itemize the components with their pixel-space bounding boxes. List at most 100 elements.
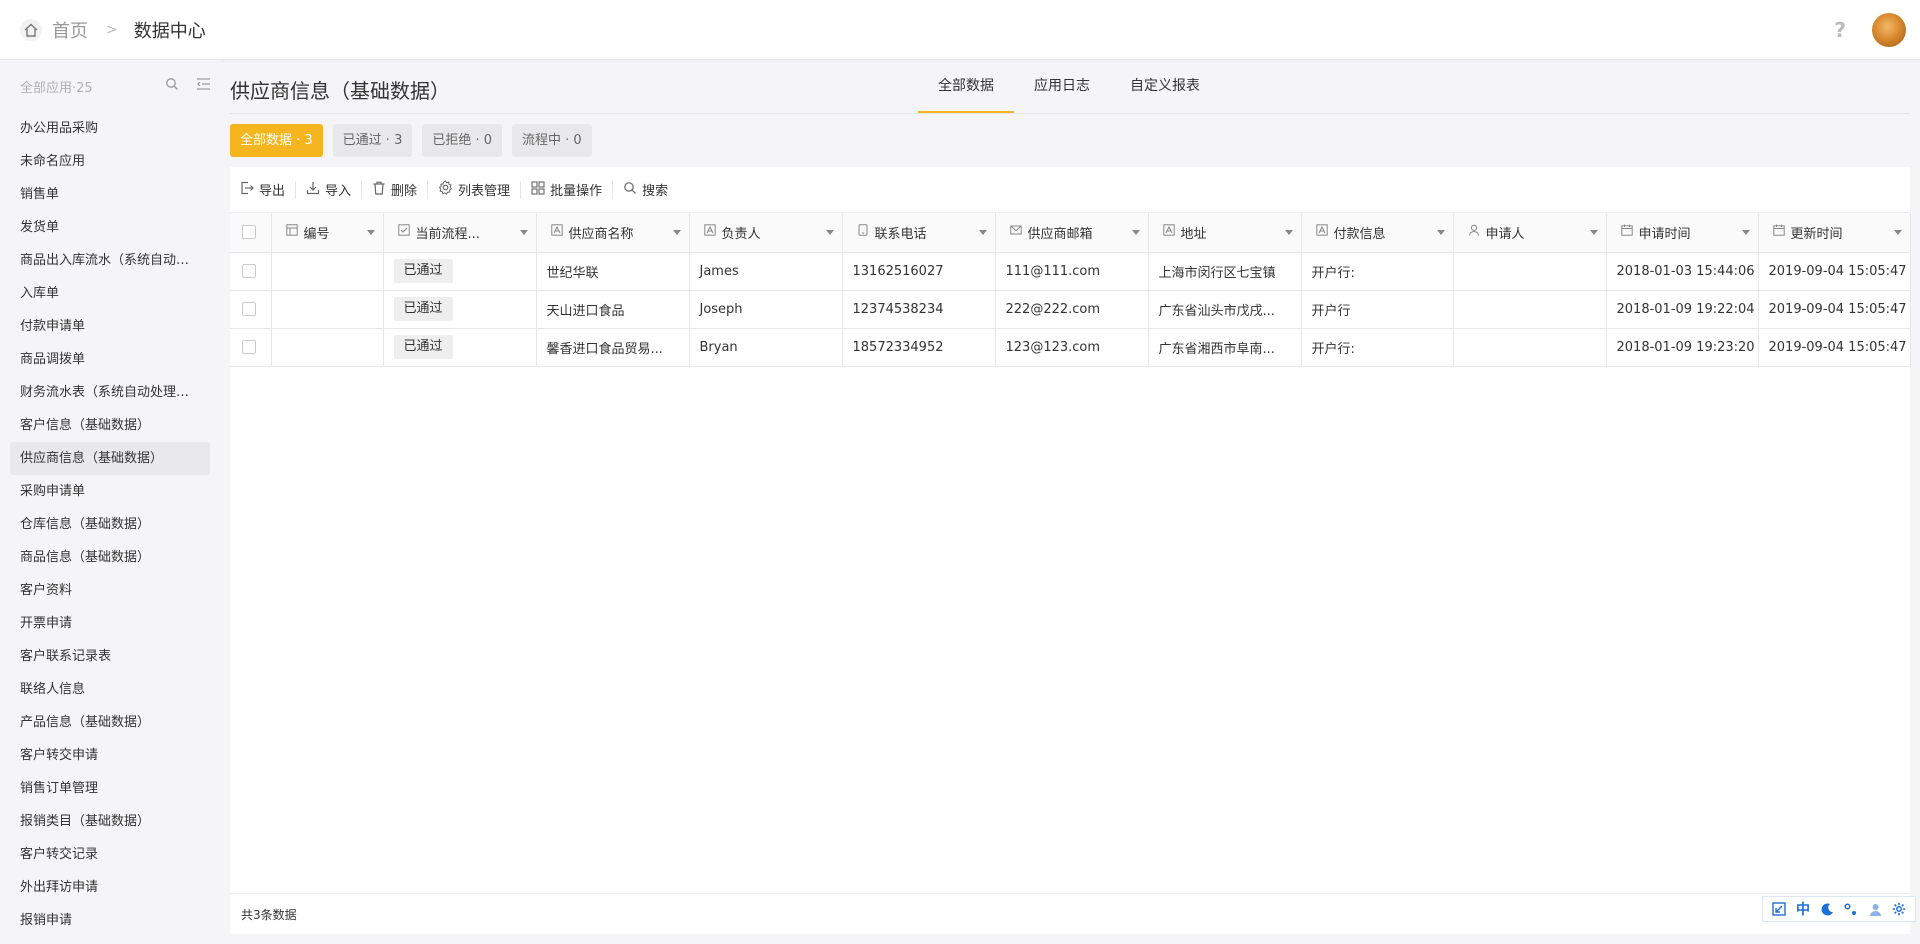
sort-dropdown-icon[interactable] <box>519 230 528 235</box>
sidebar-item[interactable]: 财务流水表（系统自动处理… <box>10 376 210 409</box>
search-button[interactable]: 搜索 <box>623 181 678 199</box>
sort-dropdown-icon[interactable] <box>366 230 375 235</box>
sort-dropdown-icon[interactable] <box>1284 230 1293 235</box>
sort-dropdown-icon[interactable] <box>672 230 681 235</box>
column-header[interactable]: 付款信息 <box>1301 213 1454 253</box>
cell-apply-time: 2018-01-03 15:44:06 <box>1606 252 1759 291</box>
punctuation-icon[interactable] <box>1839 898 1863 920</box>
toolbar: 导出 导入 删除 列表管理 批量操作 搜索 <box>230 167 1910 213</box>
collapse-menu-icon[interactable] <box>197 78 210 94</box>
sidebar-item[interactable]: 销售单 <box>10 178 210 211</box>
column-header-label: 申请人 <box>1485 226 1525 242</box>
sidebar-item[interactable]: 发货单 <box>10 211 210 244</box>
sort-dropdown-icon[interactable] <box>1436 230 1445 235</box>
sidebar-item[interactable]: 联络人信息 <box>10 673 210 706</box>
search-icon[interactable] <box>165 77 179 95</box>
cell-owner: Bryan <box>689 328 843 367</box>
cell-owner: James <box>689 252 843 291</box>
column-header-label: 供应商名称 <box>568 226 634 242</box>
sidebar-item[interactable]: 客户转交记录 <box>10 838 210 871</box>
sidebar-item[interactable]: 客户信息（基础数据） <box>10 409 210 442</box>
column-header[interactable]: 供应商名称 <box>536 213 690 253</box>
sidebar-item[interactable]: 入库单 <box>10 277 210 310</box>
column-header[interactable]: 当前流程... <box>383 213 537 253</box>
sidebar-item[interactable]: 报销类目（基础数据） <box>10 805 210 838</box>
language-toggle[interactable]: 中 <box>1791 898 1815 920</box>
sidebar-item[interactable]: 报销申请 <box>10 904 210 937</box>
filter-rejected[interactable]: 已拒绝 · 0 <box>422 124 503 157</box>
table-row[interactable]: 已通过 世纪华联 James 13162516027 111@111.com 上海市闵行区… <box>230 252 1911 291</box>
sort-dropdown-icon[interactable] <box>978 230 987 235</box>
cell-id <box>271 328 384 367</box>
column-header[interactable]: 编号 <box>271 213 384 253</box>
sidebar-item[interactable]: 办公用品采购 <box>10 112 210 145</box>
avatar[interactable] <box>1872 13 1906 47</box>
list-manage-label: 列表管理 <box>458 184 511 199</box>
export-icon <box>240 181 259 199</box>
row-checkbox[interactable] <box>242 264 256 278</box>
column-header[interactable]: 申请时间 <box>1606 213 1759 253</box>
data-table: 编号 当前流程... 供应商名称 负责人 联系电话 供应商邮箱 地址 付款信息 申请人 申请时间 更… <box>230 213 1911 367</box>
sidebar-item[interactable]: 产品信息（基础数据） <box>10 706 210 739</box>
sidebar-item[interactable]: 外出拜访申请 <box>10 871 210 904</box>
sidebar-item[interactable]: 采购申请单 <box>10 475 210 508</box>
breadcrumb-home[interactable]: 首页 <box>52 17 88 43</box>
user-icon[interactable] <box>1863 898 1887 920</box>
sidebar-item[interactable]: 销售订单管理 <box>10 772 210 805</box>
cell-applicant <box>1453 290 1607 329</box>
tab-all-data[interactable]: 全部数据 <box>918 60 1014 113</box>
row-checkbox[interactable] <box>242 340 256 354</box>
sidebar-item[interactable]: 客户资料 <box>10 574 210 607</box>
column-header[interactable]: 联系电话 <box>842 213 996 253</box>
row-checkbox[interactable] <box>242 302 256 316</box>
sidebar-item[interactable]: 商品出入库流水（系统自动… <box>10 244 210 277</box>
sidebar-item[interactable]: 客户联系记录表 <box>10 640 210 673</box>
export-button[interactable]: 导出 <box>240 180 297 199</box>
sort-dropdown-icon[interactable] <box>1131 230 1140 235</box>
tab-custom-report[interactable]: 自定义报表 <box>1110 60 1220 113</box>
sort-dropdown-icon[interactable] <box>1589 230 1598 235</box>
home-icon[interactable] <box>20 18 42 41</box>
breadcrumb-current: 数据中心 <box>133 20 206 42</box>
column-header[interactable]: 更新时间 <box>1758 213 1911 253</box>
sidebar-item[interactable]: 供应商信息（基础数据） <box>10 442 210 475</box>
table-row[interactable]: 已通过 天山进口食品 Joseph 12374538234 222@222.com 广东省… <box>230 290 1911 329</box>
sidebar: 全部应用·25 办公用品采购 未命名应用 销售单 发货单 商品出入库流水（系统自动… 入库… <box>0 60 222 944</box>
status-badge: 已通过 <box>393 259 453 283</box>
column-header-label: 供应商邮箱 <box>1027 226 1093 242</box>
batch-operation-button[interactable]: 批量操作 <box>531 180 614 199</box>
cell-owner: Joseph <box>689 290 843 329</box>
filter-approved[interactable]: 已通过 · 3 <box>332 124 413 157</box>
column-header[interactable]: 负责人 <box>689 213 843 253</box>
sort-dropdown-icon[interactable] <box>825 230 834 235</box>
status-filters: 全部数据 · 3 已通过 · 3 已拒绝 · 0 流程中 · 0 <box>230 124 602 157</box>
delete-button[interactable]: 删除 <box>372 180 429 199</box>
settings-gear-icon[interactable] <box>1887 898 1911 920</box>
check-box-icon <box>397 224 416 240</box>
sidebar-item[interactable]: 未命名应用 <box>10 145 210 178</box>
sidebar-item[interactable]: 商品调拨单 <box>10 343 210 376</box>
filter-all[interactable]: 全部数据 · 3 <box>230 124 323 157</box>
sidebar-item[interactable]: 客户转交申请 <box>10 739 210 772</box>
breadcrumb-separator: > <box>106 21 118 38</box>
sort-dropdown-icon[interactable] <box>1741 230 1750 235</box>
filter-in-process[interactable]: 流程中 · 0 <box>512 124 592 157</box>
sort-dropdown-icon[interactable] <box>1893 230 1902 235</box>
moon-icon[interactable] <box>1815 898 1839 920</box>
cell-update-time: 2019-09-04 15:05:47 <box>1758 328 1911 367</box>
import-button[interactable]: 导入 <box>306 180 363 199</box>
column-header[interactable]: 申请人 <box>1453 213 1607 253</box>
select-all-checkbox[interactable] <box>242 225 256 240</box>
sidebar-item[interactable]: 仓库信息（基础数据） <box>10 508 210 541</box>
tab-app-log[interactable]: 应用日志 <box>1014 60 1110 113</box>
sidebar-item[interactable]: 付款申请单 <box>10 310 210 343</box>
expand-icon[interactable] <box>1767 898 1791 920</box>
column-header[interactable]: 供应商邮箱 <box>995 213 1149 253</box>
list-manage-button[interactable]: 列表管理 <box>438 180 522 199</box>
cell-email: 222@222.com <box>995 290 1149 329</box>
column-header[interactable]: 地址 <box>1148 213 1302 253</box>
sidebar-item[interactable]: 开票申请 <box>10 607 210 640</box>
help-icon[interactable]: ? <box>1834 18 1846 42</box>
table-row[interactable]: 已通过 馨香进口食品贸易... Bryan 18572334952 123@123.co… <box>230 328 1911 367</box>
sidebar-item[interactable]: 商品信息（基础数据） <box>10 541 210 574</box>
